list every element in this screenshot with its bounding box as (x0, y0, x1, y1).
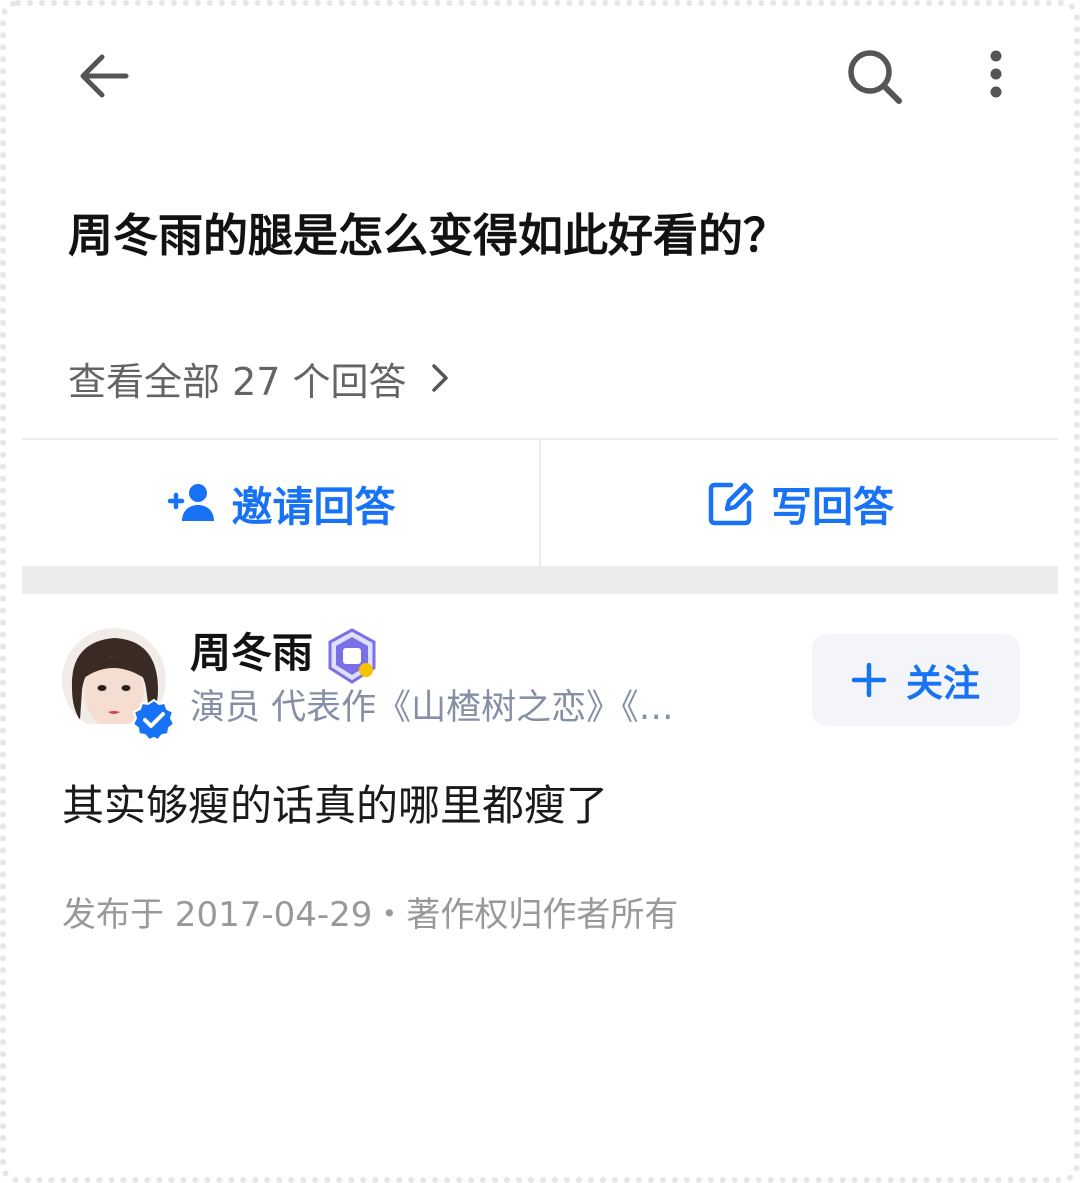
answer-meta: 发布于 2017-04-29・著作权归作者所有 (62, 895, 679, 935)
edit-icon (708, 482, 754, 526)
badge-icon (328, 628, 376, 684)
write-answer-button[interactable]: 写回答 (541, 440, 1058, 566)
section-separator (22, 566, 1058, 594)
more-vertical-icon (990, 50, 1002, 98)
answer-content[interactable]: 其实够瘦的话真的哪里都瘦了 (62, 778, 608, 834)
top-bar (22, 14, 1058, 134)
add-person-icon (167, 484, 214, 521)
question-title: 周冬雨的腿是怎么变得如此好看的？ (68, 209, 789, 262)
author-name[interactable]: 周冬雨 (190, 626, 313, 680)
author-description: 演员 代表作《山楂树之恋》《… (190, 688, 674, 728)
back-arrow-icon (80, 54, 129, 98)
view-all-label: 查看全部 27 个回答 (68, 359, 407, 404)
action-bar: 邀请回答 写回答 (22, 438, 1058, 566)
plus-icon (852, 663, 886, 697)
view-all-answers-link[interactable]: 查看全部 27 个回答 (68, 352, 455, 404)
verified-icon (132, 698, 176, 742)
search-icon (848, 50, 902, 104)
follow-button[interactable]: 关注 (812, 634, 1020, 726)
invite-answer-label: 邀请回答 (231, 483, 396, 531)
back-button[interactable] (76, 48, 132, 104)
search-button[interactable] (844, 46, 904, 106)
follow-label: 关注 (906, 662, 980, 705)
question-card: 周冬雨的腿是怎么变得如此好看的？ 查看全部 27 个回答 邀请回答 写回答 周冬… (22, 14, 1058, 1169)
chevron-right-icon (431, 364, 448, 392)
more-button[interactable] (978, 48, 1014, 104)
invite-answer-button[interactable]: 邀请回答 (22, 440, 539, 566)
write-answer-label: 写回答 (771, 483, 894, 531)
